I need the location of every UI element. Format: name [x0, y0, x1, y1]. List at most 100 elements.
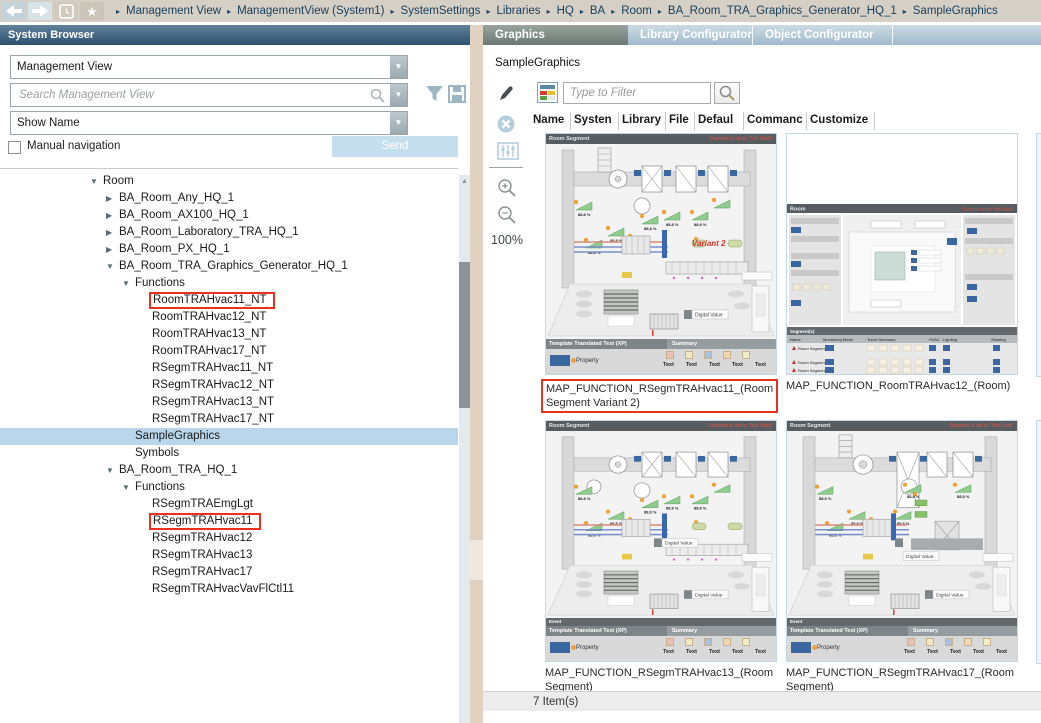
tree-item[interactable]: RSegmTRAHvac13 [0, 547, 458, 564]
tree-item[interactable]: RSegmTRAEmgLgt [0, 496, 458, 513]
tree-item[interactable]: RSegmTRAHvac13_NT [0, 394, 458, 411]
splitter-grip[interactable] [470, 540, 483, 580]
tab-object-configurator[interactable]: Object Configurator [753, 25, 893, 45]
tree-item[interactable]: BA_Room_Laboratory_TRA_HQ_1 [0, 224, 458, 241]
collapse-arrow-icon[interactable] [106, 207, 119, 224]
column-header[interactable]: Customize [807, 112, 875, 130]
tree-item[interactable]: BA_Room_TRA_Graphics_Generator_HQ_1 [0, 258, 458, 275]
thumbnail-titlebar: Room Segment Segment is set to "Not Used… [787, 421, 1017, 431]
svg-text:88.8 %: 88.8 % [666, 506, 679, 511]
filter-icon[interactable] [425, 85, 444, 103]
svg-text:Shading: Shading [991, 337, 1006, 342]
tree-item[interactable]: RSegmTRAHvac12 [0, 530, 458, 547]
thumbnail-caption[interactable]: MAP_FUNCTION_RSegmTRAHvac11_(Room Segmen… [545, 379, 777, 413]
thumbnail-card-2[interactable]: Room Room is set to "Not Used" Segment(s… [786, 133, 1018, 375]
breadcrumb-item[interactable]: BA [590, 5, 605, 17]
column-header[interactable]: Commanc [744, 112, 807, 130]
thumbnail-card-partial[interactable] [1036, 420, 1041, 664]
tree-item[interactable]: RSegmTRAHvac12_NT [0, 377, 458, 394]
column-header[interactable]: Name [530, 112, 571, 130]
tab-bar: Graphics Library Configurator Object Con… [483, 25, 1041, 45]
tree-item-samplegraphics[interactable]: SampleGraphics [0, 428, 458, 445]
tree-item[interactable]: RoomTRAHvac12_NT [0, 309, 458, 326]
tree-item[interactable]: RoomTRAHvac17_NT [0, 343, 458, 360]
column-header[interactable]: File [666, 112, 695, 130]
tree-item[interactable]: BA_Room_Any_HQ_1 [0, 190, 458, 207]
collapse-arrow-icon[interactable] [106, 190, 119, 207]
tree-item-functions[interactable]: Functions [0, 479, 458, 496]
tab-library-configurator[interactable]: Library Configurator [628, 25, 753, 45]
tree-item[interactable]: RoomTRAHvac13_NT [0, 326, 458, 343]
filter-input[interactable] [563, 82, 711, 104]
display-mode-dropdown[interactable]: Show Name ▼ [10, 111, 408, 135]
tree-item[interactable]: RoomTRAHvac11_NT [0, 292, 458, 309]
column-header[interactable]: Systen [571, 112, 619, 130]
manual-navigation-checkbox[interactable] [8, 141, 21, 154]
breadcrumb-separator-icon: ▸ [391, 7, 395, 16]
chevron-down-icon[interactable]: ▼ [390, 112, 407, 134]
breadcrumb-item[interactable]: Management View [126, 5, 221, 17]
view-dropdown[interactable]: Management View ▼ [10, 55, 408, 79]
expand-arrow-icon[interactable] [122, 479, 135, 496]
thumbnail-card-3[interactable]: Room Segment Segment is set to "Not Used… [545, 420, 777, 662]
chevron-down-icon[interactable]: ▼ [390, 56, 407, 78]
breadcrumb-item[interactable]: SystemSettings [401, 5, 481, 17]
tree-item-room[interactable]: Room [0, 173, 458, 190]
expand-arrow-icon[interactable] [122, 275, 135, 292]
breadcrumb-item[interactable]: BA_Room_TRA_Graphics_Generator_HQ_1 [668, 5, 897, 17]
column-header[interactable]: Library [619, 112, 666, 130]
close-circle-icon[interactable] [497, 115, 515, 133]
tree-item[interactable]: BA_Room_PX_HQ_1 [0, 241, 458, 258]
expand-arrow-icon[interactable] [90, 173, 103, 190]
forward-button[interactable] [28, 2, 52, 20]
collapse-arrow-icon[interactable] [106, 241, 119, 258]
edit-pencil-icon[interactable] [497, 85, 515, 103]
tree-item[interactable]: BA_Room_TRA_HQ_1 [0, 462, 458, 479]
thumbnail-caption[interactable]: MAP_FUNCTION_RSegmTRAHvac13_(Room Segmen… [545, 666, 777, 694]
send-button[interactable]: Send [332, 136, 458, 157]
thumbnail-caption[interactable]: MAP_FUNCTION_RoomTRAHvac12_(Room) [786, 379, 1018, 393]
save-icon[interactable] [448, 85, 466, 103]
scrollbar-thumb[interactable] [459, 262, 470, 408]
breadcrumb-item[interactable]: Libraries [496, 5, 540, 17]
tree-scrollbar[interactable]: ▲ [459, 175, 470, 723]
collapse-arrow-icon[interactable] [106, 224, 119, 241]
expand-arrow-icon[interactable] [106, 462, 119, 479]
thumbnail-footer: Template Translated Text (XP) Summary [787, 626, 1017, 636]
breadcrumb-item[interactable]: HQ [557, 5, 574, 17]
tree-item[interactable]: RSegmTRAHvac17_NT [0, 411, 458, 428]
expand-arrow-icon[interactable] [106, 258, 119, 275]
thumbnail-card-4[interactable]: Room Segment Segment is set to "Not Used… [786, 420, 1018, 662]
tree-item[interactable]: RSegmTRAHvac11_NT [0, 360, 458, 377]
breadcrumb-item[interactable]: SampleGraphics [913, 5, 998, 17]
svg-text:Name: Name [790, 337, 801, 342]
manual-navigation-label: Manual navigation [27, 140, 120, 152]
tree-item-symbols[interactable]: Symbols [0, 445, 458, 462]
scroll-up-icon[interactable]: ▲ [459, 178, 470, 185]
system-browser-tree: Device Room BA_Room_Any_HQ_1 BA_Room_AX1… [0, 168, 458, 723]
tree-item-functions[interactable]: Functions [0, 275, 458, 292]
view-mode-button[interactable] [537, 82, 558, 103]
zoom-out-icon[interactable] [497, 205, 517, 225]
breadcrumb-item[interactable]: Room [621, 5, 652, 17]
chevron-down-icon[interactable]: ▼ [390, 84, 407, 106]
tree-item[interactable]: RSegmTRAHvac17 [0, 564, 458, 581]
search-field[interactable]: ▼ [10, 83, 408, 107]
back-button[interactable] [2, 2, 26, 20]
tree-item[interactable]: BA_Room_AX100_HQ_1 [0, 207, 458, 224]
filter-search-button[interactable] [714, 82, 740, 104]
tab-graphics[interactable]: Graphics [483, 25, 628, 45]
sliders-icon[interactable] [497, 142, 519, 160]
breadcrumb-item[interactable]: ManagementView (System1) [237, 5, 384, 17]
thumbnail-caption[interactable]: MAP_FUNCTION_RSegmTRAHvac17_(Room Segmen… [786, 666, 1018, 694]
favorites-button[interactable]: ★ [80, 2, 104, 20]
zoom-in-icon[interactable] [497, 178, 517, 198]
search-input[interactable] [17, 84, 351, 106]
history-button[interactable] [54, 2, 78, 20]
panel-splitter[interactable] [470, 25, 483, 723]
thumbnail-card-partial[interactable] [1036, 133, 1041, 377]
tree-item[interactable]: RSegmTRAHvacVavFlCtl11 [0, 581, 458, 598]
thumbnail-card-1[interactable]: Room Segment Segment is set to "Not Used… [545, 133, 777, 375]
tree-item[interactable]: RSegmTRAHvac11 [0, 513, 458, 530]
column-header[interactable]: Defaul [695, 112, 744, 130]
